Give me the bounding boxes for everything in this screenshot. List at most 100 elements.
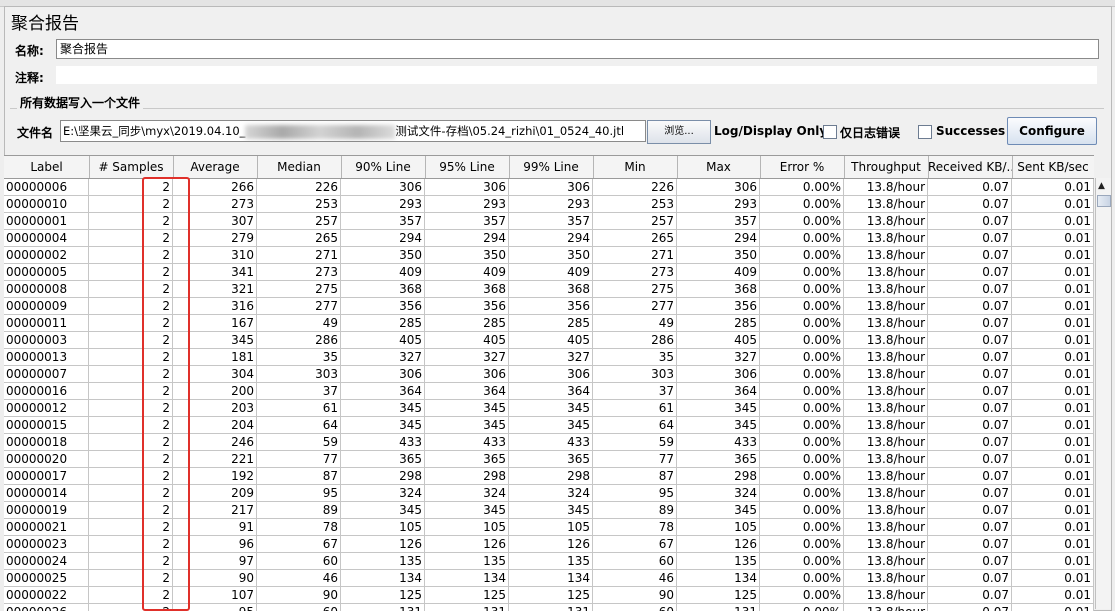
table-cell: 277 (593, 298, 677, 314)
table-cell: 13.8/hour (844, 315, 928, 331)
table-cell: 61 (257, 400, 341, 416)
table-cell: 0.07 (928, 247, 1012, 263)
table-cell: 126 (425, 536, 509, 552)
table-cell: 0.07 (928, 570, 1012, 586)
successes-label: Successes (936, 124, 1006, 138)
table-row[interactable]: 00000007 2 304 303 306 306 306 303 306 0.00% 13.8/… (4, 366, 1094, 383)
table-row[interactable]: 00000010 2 273 253 293 293 293 253 293 0.00% 13.8/… (4, 196, 1094, 213)
table-cell: 2 (89, 587, 173, 603)
table-cell: 279 (173, 230, 257, 246)
table-cell: 204 (173, 417, 257, 433)
table-cell: 105 (509, 519, 593, 535)
table-row[interactable]: 00000001 2 307 257 357 357 357 257 357 0.00% 13.8/… (4, 213, 1094, 230)
table-row[interactable]: 00000024 2 97 60 135 135 135 60 135 0.00% 13.8/hou… (4, 553, 1094, 570)
browse-button[interactable]: 浏览... (647, 120, 711, 144)
column-header[interactable]: Min (593, 156, 678, 178)
table-row[interactable]: 00000003 2 345 286 405 405 405 286 405 0.00% 13.8/… (4, 332, 1094, 349)
column-header[interactable]: Label (4, 156, 90, 178)
table-cell: 13.8/hour (844, 213, 928, 229)
table-cell: 0.01 (1012, 281, 1094, 297)
table-cell: 126 (341, 536, 425, 552)
table-cell: 13.8/hour (844, 485, 928, 501)
page-title: 聚合报告 (11, 14, 79, 34)
table-row[interactable]: 00000013 2 181 35 327 327 327 35 327 0.00% 13.8/ho… (4, 349, 1094, 366)
table-cell: 345 (425, 502, 509, 518)
table-cell: 324 (425, 485, 509, 501)
table-cell: 125 (509, 587, 593, 603)
table-cell: 2 (89, 247, 173, 263)
table-cell: 00000010 (4, 196, 89, 212)
table-cell: 275 (593, 281, 677, 297)
column-header[interactable]: Throughput (844, 156, 929, 178)
scroll-up-arrow-icon[interactable]: ▲ (1098, 181, 1105, 191)
table-cell: 134 (677, 570, 760, 586)
table-cell: 00000020 (4, 451, 89, 467)
configure-button[interactable]: Configure (1007, 117, 1097, 145)
table-cell: 0.01 (1012, 247, 1094, 263)
table-cell: 345 (341, 400, 425, 416)
table-cell: 13.8/hour (844, 332, 928, 348)
table-row[interactable]: 00000002 2 310 271 350 350 350 271 350 0.00% 13.8/… (4, 247, 1094, 264)
table-row[interactable]: 00000023 2 96 67 126 126 126 67 126 0.00% 13.8/hou… (4, 536, 1094, 553)
table-cell: 345 (509, 400, 593, 416)
table-row[interactable]: 00000018 2 246 59 433 433 433 59 433 0.00% 13.8/ho… (4, 434, 1094, 451)
table-cell: 0.00% (760, 604, 844, 611)
column-header[interactable]: 90% Line (341, 156, 426, 178)
table-cell: 0.01 (1012, 298, 1094, 314)
table-row[interactable]: 00000021 2 91 78 105 105 105 78 105 0.00% 13.8/hou… (4, 519, 1094, 536)
table-cell: 13.8/hour (844, 553, 928, 569)
column-header[interactable]: # Samples (89, 156, 174, 178)
table-row[interactable]: 00000017 2 192 87 298 298 298 87 298 0.00% 13.8/ho… (4, 468, 1094, 485)
table-cell: 265 (593, 230, 677, 246)
column-header[interactable]: Average (173, 156, 258, 178)
column-header[interactable]: Sent KB/sec (1012, 156, 1094, 178)
table-cell: 131 (425, 604, 509, 611)
table-cell: 265 (257, 230, 341, 246)
table-row[interactable]: 00000014 2 209 95 324 324 324 95 324 0.00% 13.8/ho… (4, 485, 1094, 502)
table-cell: 2 (89, 366, 173, 382)
table-row[interactable]: 00000011 2 167 49 285 285 285 49 285 0.00% 13.8/ho… (4, 315, 1094, 332)
table-row[interactable]: 00000004 2 279 265 294 294 294 265 294 0.00% 13.8/… (4, 230, 1094, 247)
table-row[interactable]: 0000002629560131131131601310.00%13.8/hou… (4, 604, 1094, 611)
table-cell: 00000019 (4, 502, 89, 518)
table-row[interactable]: 00000015 2 204 64 345 345 345 64 345 0.00% 13.8/ho… (4, 417, 1094, 434)
table-row[interactable]: 00000005 2 341 273 409 409 409 273 409 0.00% 13.8/… (4, 264, 1094, 281)
table-cell: 364 (509, 383, 593, 399)
column-header[interactable]: Max (677, 156, 761, 178)
table-row[interactable]: 00000006 2 266 226 306 306 306 226 306 0.00% 13.8/… (4, 179, 1094, 196)
table-cell: 2 (89, 213, 173, 229)
table-cell: 2 (89, 332, 173, 348)
table-cell: 0.07 (928, 502, 1012, 518)
column-header[interactable]: 95% Line (425, 156, 510, 178)
errors-only-checkbox[interactable] (823, 125, 837, 139)
name-field[interactable]: 聚合报告 (56, 39, 1099, 59)
table-cell: 0.07 (928, 604, 1012, 611)
table-cell: 13.8/hour (844, 298, 928, 314)
scroll-thumb[interactable] (1097, 195, 1111, 207)
table-cell: 0.00% (760, 281, 844, 297)
table-cell: 0.07 (928, 468, 1012, 484)
table-cell: 00000011 (4, 315, 89, 331)
comment-field[interactable] (56, 66, 1097, 84)
column-header[interactable]: Median (257, 156, 342, 178)
table-cell: 97 (173, 553, 257, 569)
filename-input[interactable]: E:\坚果云_同步\myx\2019.04.10_ 测试文件-存档\05.24_r… (60, 120, 646, 142)
table-cell: 2 (89, 264, 173, 280)
table-cell: 00000021 (4, 519, 89, 535)
table-cell: 49 (257, 315, 341, 331)
column-header[interactable]: Error % (760, 156, 845, 178)
table-row[interactable]: 00000025 2 90 46 134 134 134 46 134 0.00% 13.8/hou… (4, 570, 1094, 587)
table-row[interactable]: 00000020 2 221 77 365 365 365 77 365 0.00% 13.8/ho… (4, 451, 1094, 468)
successes-checkbox[interactable] (918, 125, 932, 139)
table-row[interactable]: 00000019 2 217 89 345 345 345 89 345 0.00% 13.8/ho… (4, 502, 1094, 519)
column-header[interactable]: 99% Line (509, 156, 594, 178)
table-row[interactable]: 00000012 2 203 61 345 345 345 61 345 0.00% 13.8/ho… (4, 400, 1094, 417)
table-row[interactable]: 00000009 2 316 277 356 356 356 277 356 0.00% 13.8/… (4, 298, 1094, 315)
column-header[interactable]: Received KB/... (928, 156, 1013, 178)
table-cell: 433 (341, 434, 425, 450)
table-cell: 345 (341, 502, 425, 518)
table-row[interactable]: 00000022 2 107 90 125 125 125 90 125 0.00% 13.8/ho… (4, 587, 1094, 604)
vertical-scrollbar[interactable]: ▲ (1095, 178, 1111, 609)
table-row[interactable]: 00000016 2 200 37 364 364 364 37 364 0.00% 13.8/ho… (4, 383, 1094, 400)
table-row[interactable]: 00000008 2 321 275 368 368 368 275 368 0.00% 13.8/… (4, 281, 1094, 298)
